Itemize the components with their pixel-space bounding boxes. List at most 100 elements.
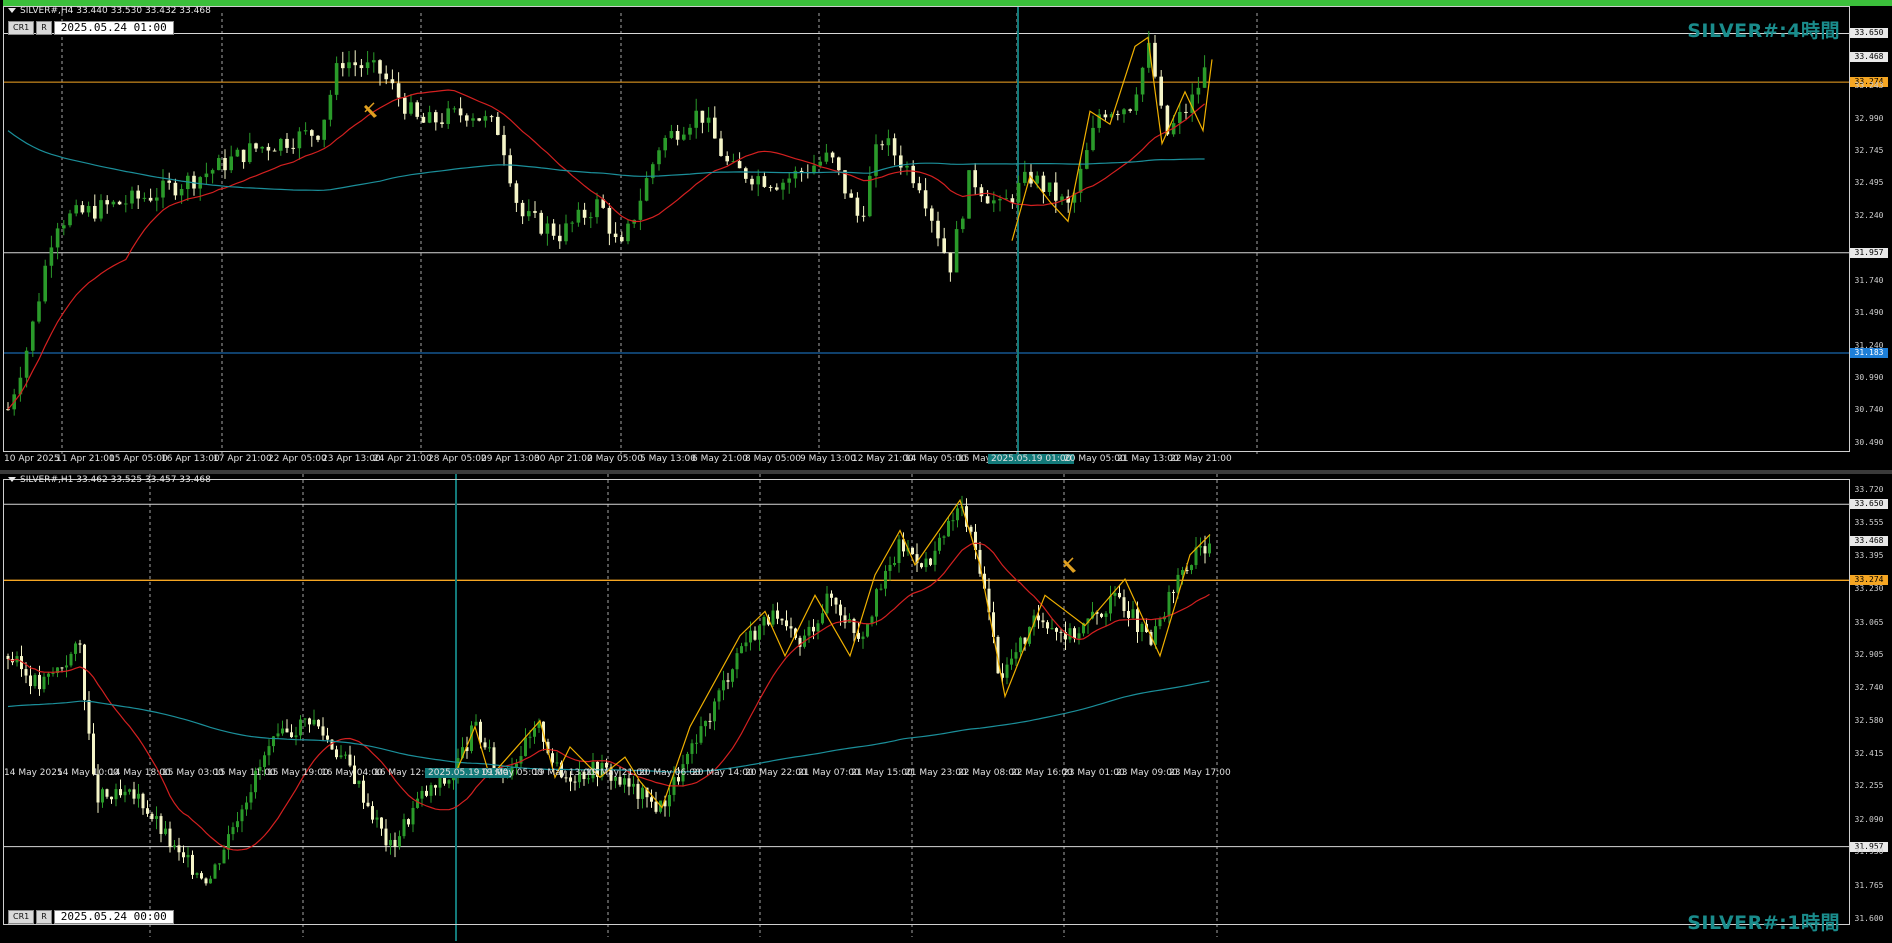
candle-body [1203, 546, 1207, 554]
time-scale-label: 28 Apr 05:00 [428, 454, 487, 464]
candle-body [378, 60, 382, 74]
cr1-button[interactable]: CR1 [8, 910, 35, 924]
candle-body [686, 753, 689, 765]
price-scale-label: 32.990 [1854, 113, 1884, 123]
candle-body [1153, 42, 1157, 77]
candle-body [1078, 168, 1083, 193]
h1-date-display[interactable]: 2025.05.24 00:00 [53, 910, 174, 924]
candle-body [321, 726, 325, 736]
candle-body [483, 742, 487, 748]
candle-body [316, 135, 320, 140]
collapse-arrow-icon[interactable] [8, 8, 16, 13]
candle-body [80, 205, 85, 213]
candle-body [1068, 628, 1072, 640]
candle-body [985, 196, 990, 204]
price-scale-label: 33.555 [1854, 518, 1884, 528]
candle-body [299, 719, 302, 736]
h4-date-display[interactable]: 2025.05.24 01:00 [53, 21, 174, 35]
candle-body [657, 150, 661, 165]
candle-body [1104, 613, 1108, 617]
price-scale-label: 32.240 [1854, 211, 1884, 221]
candle-body [675, 131, 680, 140]
candle-body [78, 643, 82, 645]
candle-body [924, 558, 928, 568]
candle-body [209, 878, 212, 884]
candle-body [222, 849, 226, 864]
candle-body [855, 197, 860, 216]
h1-chart-panel[interactable]: SILVER#,H1 33.462 33.525 33.457 33.468 C… [0, 474, 1892, 943]
time-scale-label: 6 May 21:00 [692, 454, 748, 464]
candle-body [555, 762, 559, 764]
candle-body [888, 564, 892, 571]
candle-body [488, 747, 491, 749]
candle-body [43, 265, 47, 302]
cr1-button[interactable]: CR1 [8, 21, 35, 35]
candle-body [857, 632, 860, 639]
candle-body [520, 202, 525, 217]
candle-body [440, 122, 444, 124]
candle-body [1085, 150, 1089, 169]
candle-body [231, 827, 235, 835]
candle-body [155, 816, 158, 819]
price-scale-label: 32.580 [1854, 715, 1884, 725]
candle-body [249, 792, 253, 803]
candle-body [161, 180, 165, 198]
candle-body [879, 588, 883, 590]
candle-body [132, 789, 136, 799]
candle-body [961, 218, 965, 230]
candle-body [618, 776, 622, 785]
h4-chart-panel[interactable]: SILVER#,H4 33.440 33.530 33.432 33.468 C… [0, 0, 1892, 470]
r-button[interactable]: R [36, 910, 52, 924]
candle-body [218, 863, 221, 865]
candle-body [740, 646, 743, 654]
candle-body [245, 802, 248, 810]
h1-chart-canvas[interactable] [0, 474, 1892, 943]
candle-body [1158, 619, 1162, 627]
price-scale-label: 31.183 [1850, 348, 1888, 359]
candle-body [123, 791, 127, 796]
candle-body [294, 735, 298, 738]
candle-body [124, 203, 128, 205]
candle-body [1122, 109, 1126, 115]
collapse-arrow-icon[interactable] [8, 477, 16, 482]
candle-body [911, 547, 914, 555]
candle-body [861, 636, 865, 639]
candle-body [68, 213, 72, 226]
candle-body [47, 673, 50, 677]
candle-body [830, 593, 833, 598]
candle-body [217, 158, 221, 171]
candle-body [644, 178, 649, 201]
candlesticks [6, 31, 1207, 416]
candle-body [750, 178, 754, 185]
candle-body [483, 116, 488, 121]
candle-body [69, 653, 73, 666]
candle-body [290, 732, 293, 738]
candle-body [227, 834, 230, 850]
candle-body [99, 200, 103, 219]
r-button[interactable]: R [36, 21, 52, 35]
candle-body [1196, 87, 1201, 95]
candle-body [164, 828, 167, 834]
candle-body [768, 186, 773, 188]
candle-body [799, 170, 804, 172]
candle-body [117, 201, 122, 205]
candle-body [1116, 114, 1120, 116]
candle-body [415, 102, 419, 117]
candle-body [384, 73, 388, 80]
candle-body [875, 589, 878, 617]
candle-body [308, 718, 311, 725]
candle-body [787, 178, 791, 183]
candle-body [334, 63, 339, 95]
candle-body [223, 158, 227, 171]
candle-body [335, 749, 338, 758]
candle-body [1113, 592, 1117, 596]
candle-body [353, 62, 357, 66]
candle-body [312, 719, 316, 725]
candle-body [477, 118, 481, 121]
moving-average-fast [7, 542, 1210, 851]
h4-chart-header: SILVER#,H4 33.440 33.530 33.432 33.468 [8, 6, 211, 16]
candle-body [825, 593, 829, 614]
candle-body [830, 152, 835, 158]
time-scale-label: 11 Apr 21:00 [56, 454, 115, 464]
h4-chart-canvas[interactable] [0, 0, 1892, 470]
